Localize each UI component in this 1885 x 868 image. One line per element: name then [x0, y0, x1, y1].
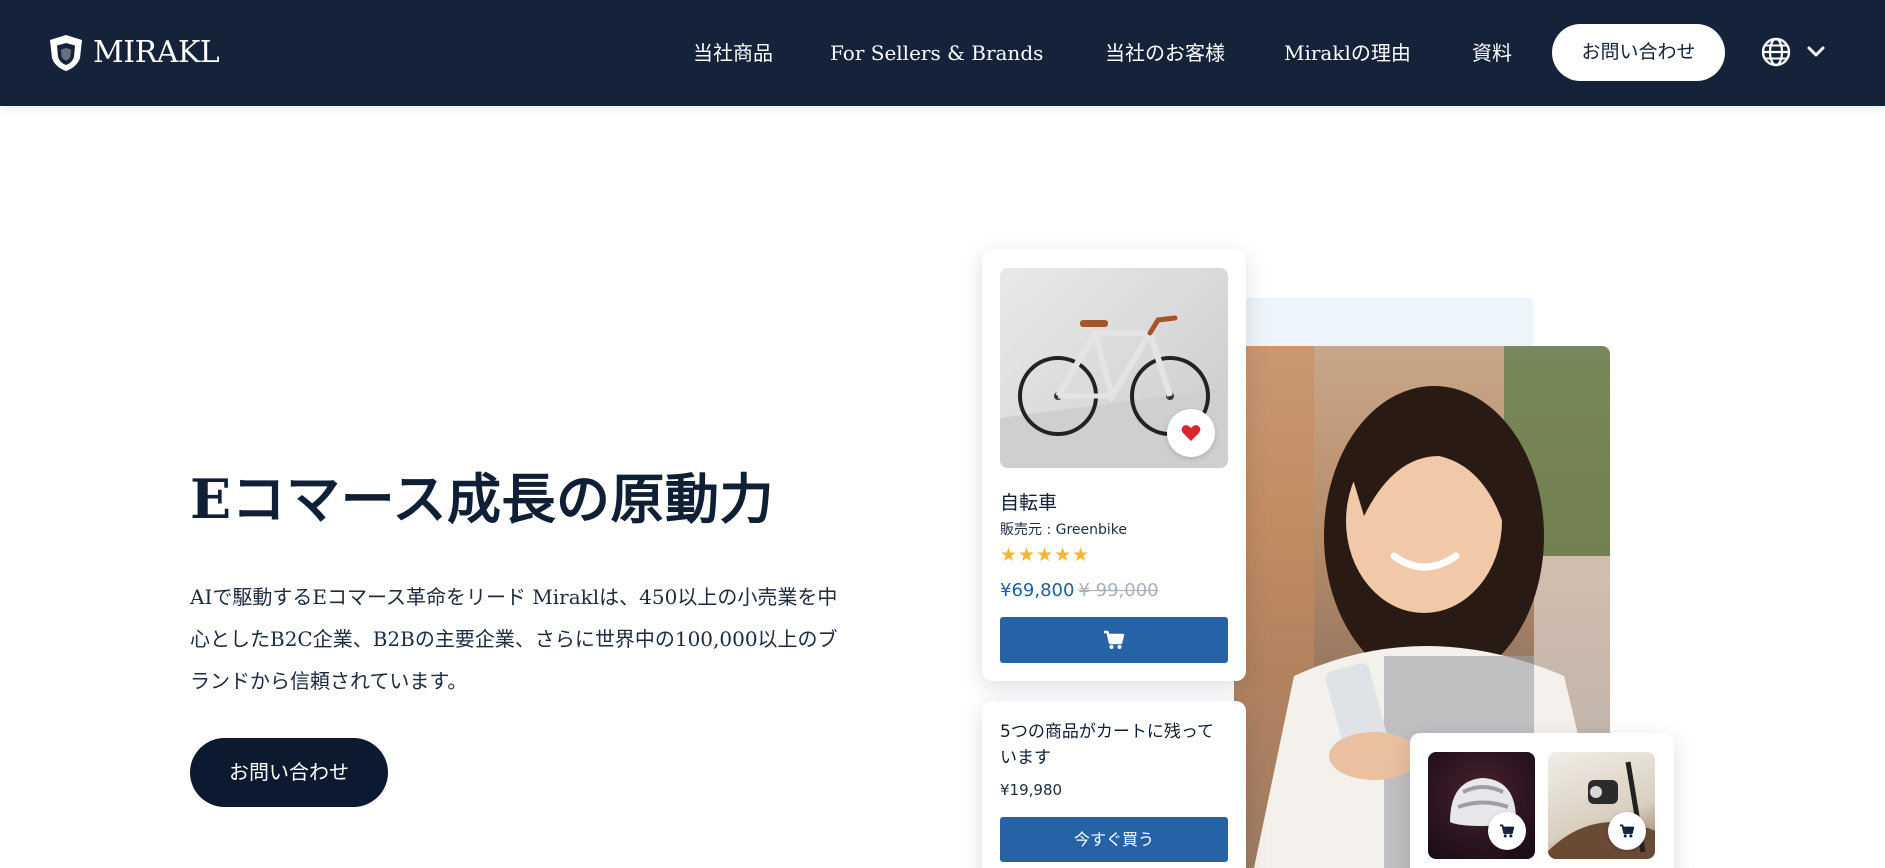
nav-item-products[interactable]: 当社商品	[693, 30, 773, 76]
add-to-cart-button[interactable]	[1000, 617, 1228, 663]
header-contact-button[interactable]: お問い合わせ	[1552, 24, 1725, 81]
favorite-button[interactable]	[1167, 409, 1215, 457]
cart-reminder-message: 5つの商品がカートに残っています	[1000, 722, 1214, 768]
site-header: MIRAKL 当社商品 For Sellers & Brands 当社のお客様 …	[0, 0, 1885, 106]
helmet-add-to-cart-button[interactable]	[1488, 812, 1526, 850]
language-selector[interactable]	[1760, 34, 1826, 70]
hero-description: AIで駆動するEコマース革命をリード Miraklは、450以上の小売業を中心と…	[190, 585, 838, 693]
globe-icon	[1761, 37, 1791, 67]
current-price: ¥69,800	[1000, 580, 1075, 601]
chevron-down-icon	[1807, 46, 1825, 57]
cart-icon	[1104, 630, 1125, 649]
nav-item-why-mirakl[interactable]: Miraklの理由	[1284, 30, 1411, 76]
hero-title: Eコマース成長の原動力	[190, 467, 774, 531]
buy-now-button[interactable]: 今すぐ買う	[1000, 817, 1228, 862]
nav-item-sellers-brands[interactable]: For Sellers & Brands	[830, 30, 1043, 76]
light-add-to-cart-button[interactable]	[1608, 812, 1646, 850]
logo-text: MIRAKL	[93, 35, 220, 70]
heart-icon	[1181, 425, 1201, 441]
product-name: 自転車	[1000, 492, 1058, 514]
product-seller: 販売元 : Greenbike	[1000, 522, 1128, 538]
mirakl-logo[interactable]: MIRAKL	[47, 30, 220, 76]
nav-item-customers[interactable]: 当社のお客様	[1105, 30, 1225, 76]
cart-icon	[1500, 824, 1515, 838]
original-price: ¥ 99,000	[1078, 580, 1159, 601]
hero-contact-button[interactable]: お問い合わせ	[190, 738, 388, 807]
shield-logo-icon	[50, 35, 82, 71]
nav-item-resources[interactable]: 資料	[1472, 30, 1512, 76]
cart-total-price: ¥19,980	[1000, 781, 1063, 799]
product-price: ¥69,800 ¥ 99,000	[1000, 580, 1159, 601]
cart-icon	[1620, 824, 1635, 838]
rating-stars: ★★★★★	[1000, 544, 1091, 566]
